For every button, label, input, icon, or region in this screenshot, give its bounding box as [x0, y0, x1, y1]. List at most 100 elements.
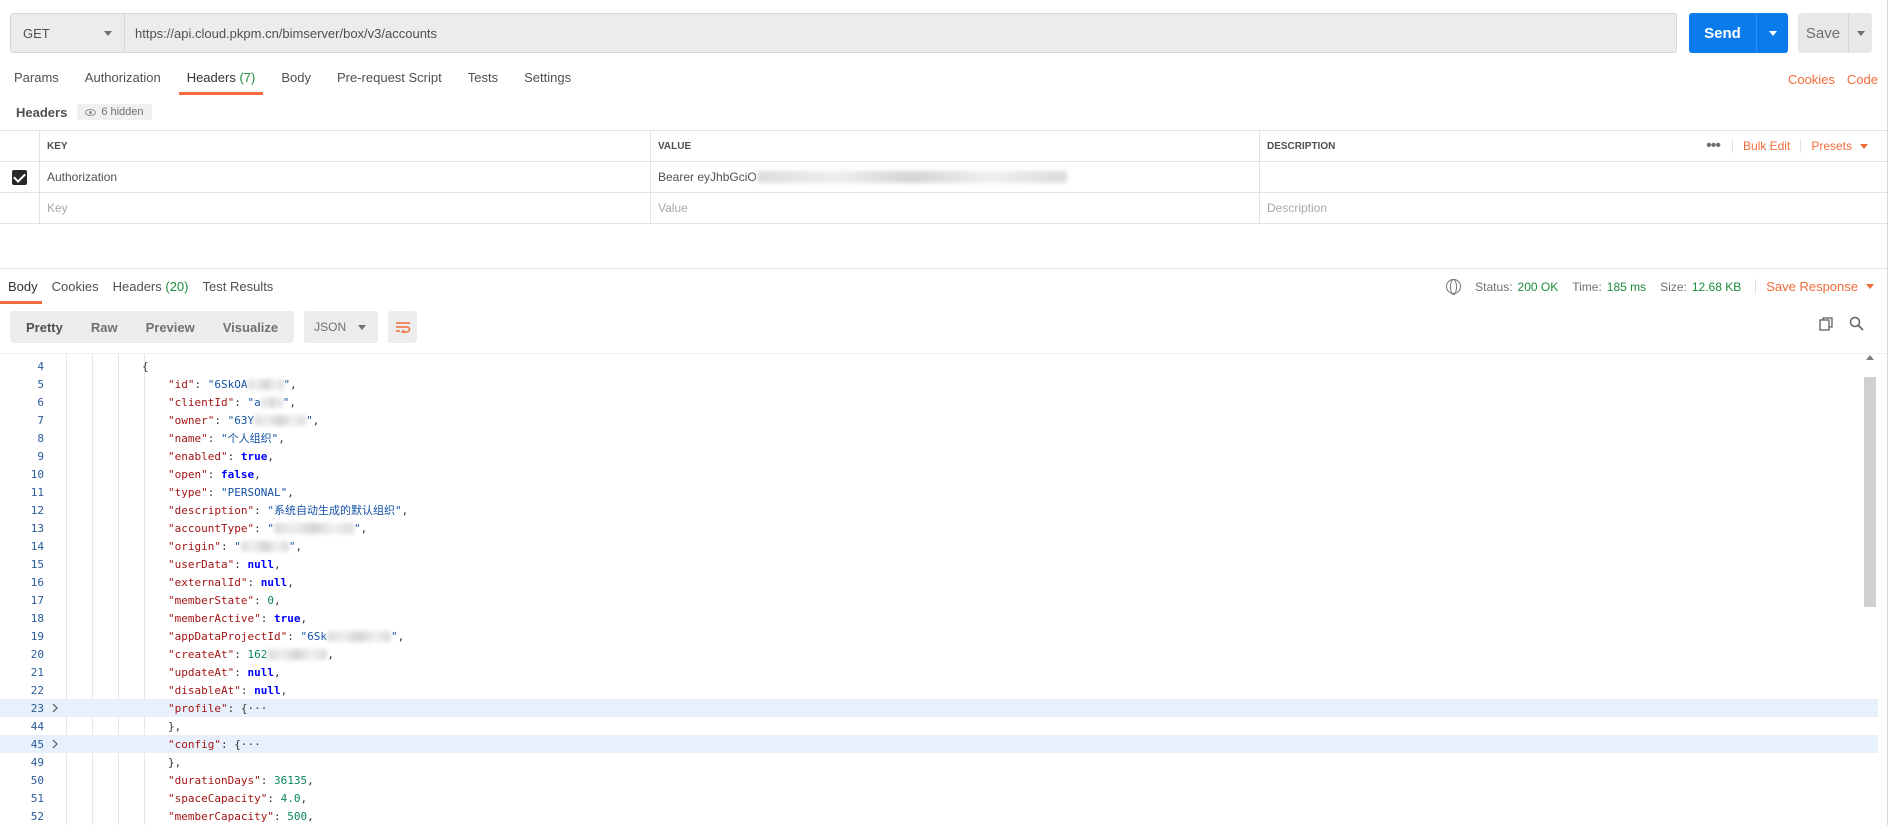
save-options-button[interactable] [1848, 13, 1872, 53]
editor-scrollbar[interactable] [1864, 355, 1876, 825]
value-text: Bearer eyJhbGciO [658, 170, 757, 184]
chevron-down-icon [358, 324, 367, 330]
code-line: 5 "id": "6SkOA ", [0, 375, 1888, 393]
redacted-value [273, 523, 354, 534]
redacted-value [326, 631, 391, 642]
redacted-value [267, 649, 328, 660]
code-line: 51 "spaceCapacity": 4.0, [0, 789, 1888, 807]
fold-chevron-icon[interactable] [48, 739, 62, 749]
status-label: Status: [1475, 279, 1513, 294]
more-icon[interactable]: ••• [1706, 137, 1721, 155]
description-cell[interactable] [1260, 162, 1888, 192]
save-button[interactable]: Save [1798, 13, 1872, 53]
wrap-lines-button[interactable] [388, 311, 418, 343]
view-visualize[interactable]: Visualize [209, 313, 292, 341]
tab-label: Authorization [84, 70, 161, 85]
line-number: 12 [30, 503, 44, 517]
method-select[interactable]: GET [11, 14, 125, 52]
hidden-count: 6 hidden [101, 106, 144, 118]
tab-tests[interactable]: Tests [468, 70, 498, 95]
line-number: 19 [30, 629, 44, 643]
hidden-headers-toggle[interactable]: 6 hidden [77, 104, 152, 120]
col-description-label: DESCRIPTION [1267, 140, 1336, 152]
bulk-edit-button[interactable]: Bulk Edit [1731, 139, 1800, 153]
col-key: KEY [40, 131, 651, 161]
response-body-editor[interactable]: 4{5 "id": "6SkOA ", 6 "clientId": "a ", 7 "owne… [0, 353, 1888, 825]
line-number: 45 [30, 737, 44, 751]
save-label: Save [1805, 24, 1841, 42]
code-text: "createAt": 162, [168, 647, 334, 661]
view-preview[interactable]: Preview [132, 313, 209, 341]
line-number: 22 [30, 683, 44, 697]
line-number: 52 [30, 809, 44, 823]
send-button[interactable]: Send [1689, 13, 1788, 53]
view-pretty[interactable]: Pretty [12, 313, 77, 341]
scroll-up-icon[interactable] [1866, 355, 1874, 360]
cookies-link[interactable]: Cookies [1788, 72, 1835, 87]
resp-tab-body[interactable]: Body [0, 279, 42, 304]
tab-body[interactable]: Body [281, 70, 311, 95]
url-input[interactable]: https://api.cloud.pkpm.cn/bimserver/box/… [125, 14, 1676, 52]
line-number: 9 [37, 449, 44, 463]
code-line: 45 "config": {··· [0, 735, 1878, 753]
row-checkbox[interactable] [0, 162, 40, 192]
code-line: 7 "owner": "63Y ", [0, 411, 1888, 429]
line-number: 17 [30, 593, 44, 607]
key-input[interactable]: Key [40, 193, 651, 223]
table-row: Authorization Bearer eyJhbGciO [0, 162, 1888, 193]
line-number: 20 [30, 647, 44, 661]
tab-settings[interactable]: Settings [524, 70, 571, 95]
line-number: 6 [37, 395, 44, 409]
redacted-value [756, 171, 1067, 183]
search-icon[interactable] [1849, 316, 1864, 331]
code-link[interactable]: Code [1847, 72, 1878, 87]
tab-count: (7) [239, 70, 256, 85]
view-raw[interactable]: Raw [77, 313, 132, 341]
tab-label: Pre-request Script [336, 70, 442, 85]
value-input[interactable]: Value [651, 193, 1260, 223]
code-text: "open": false, [168, 467, 261, 481]
tab-label: Params [14, 70, 59, 85]
line-number: 15 [30, 557, 44, 571]
code-line: 21 "updateAt": null, [0, 663, 1888, 681]
fold-chevron-icon[interactable] [48, 703, 62, 713]
code-text: "externalId": null, [168, 575, 294, 589]
copy-icon[interactable] [1819, 316, 1833, 331]
code-text: "type": "PERSONAL", [168, 485, 294, 499]
chevron-down-icon [104, 30, 112, 36]
key-cell[interactable]: Authorization [40, 162, 651, 192]
chevron-down-icon [1856, 30, 1865, 36]
code-line: 50 "durationDays": 36135, [0, 771, 1888, 789]
code-text: "userData": null, [168, 557, 281, 571]
code-text: "origin": " ", [168, 539, 303, 553]
code-text: }, [168, 755, 182, 769]
section-divider [0, 268, 1888, 269]
save-response-button[interactable]: Save Response [1755, 279, 1874, 294]
send-options-button[interactable] [1756, 13, 1788, 53]
tab-params[interactable]: Params [14, 70, 59, 95]
description-input[interactable]: Description [1260, 193, 1888, 223]
presets-button[interactable]: Presets [1800, 139, 1868, 153]
code-line: 6 "clientId": "a ", [0, 393, 1888, 411]
tab-authorization[interactable]: Authorization [85, 70, 161, 95]
resp-tab-test-results[interactable]: Test Results [203, 279, 274, 304]
headers-table: KEY VALUE DESCRIPTION ••• Bulk Edit Pres… [0, 130, 1888, 224]
code-line: 16 "externalId": null, [0, 573, 1888, 591]
resp-tab-headers[interactable]: Headers (20) [113, 279, 189, 304]
tab-headers[interactable]: Headers (7) [178, 70, 263, 95]
code-line: 13 "accountType": " ", [0, 519, 1888, 537]
line-number: 4 [37, 359, 44, 373]
size-value: 12.68 KB [1691, 279, 1742, 294]
format-select[interactable]: JSON [304, 311, 379, 343]
tab-label: Body [281, 70, 311, 85]
view-icons [1819, 316, 1864, 331]
code-text: "memberCapacity": 500, [168, 809, 314, 823]
resp-tab-cookies[interactable]: Cookies [52, 279, 99, 304]
code-line: 8 "name": "个人组织", [0, 429, 1888, 447]
line-number: 14 [30, 539, 44, 553]
scrollbar-thumb[interactable] [1864, 377, 1876, 607]
globe-icon[interactable] [1446, 279, 1462, 295]
tab-label: Headers [186, 70, 236, 85]
tab-pre-request-script[interactable]: Pre-request Script [337, 70, 442, 95]
value-cell[interactable]: Bearer eyJhbGciO [651, 162, 1260, 192]
